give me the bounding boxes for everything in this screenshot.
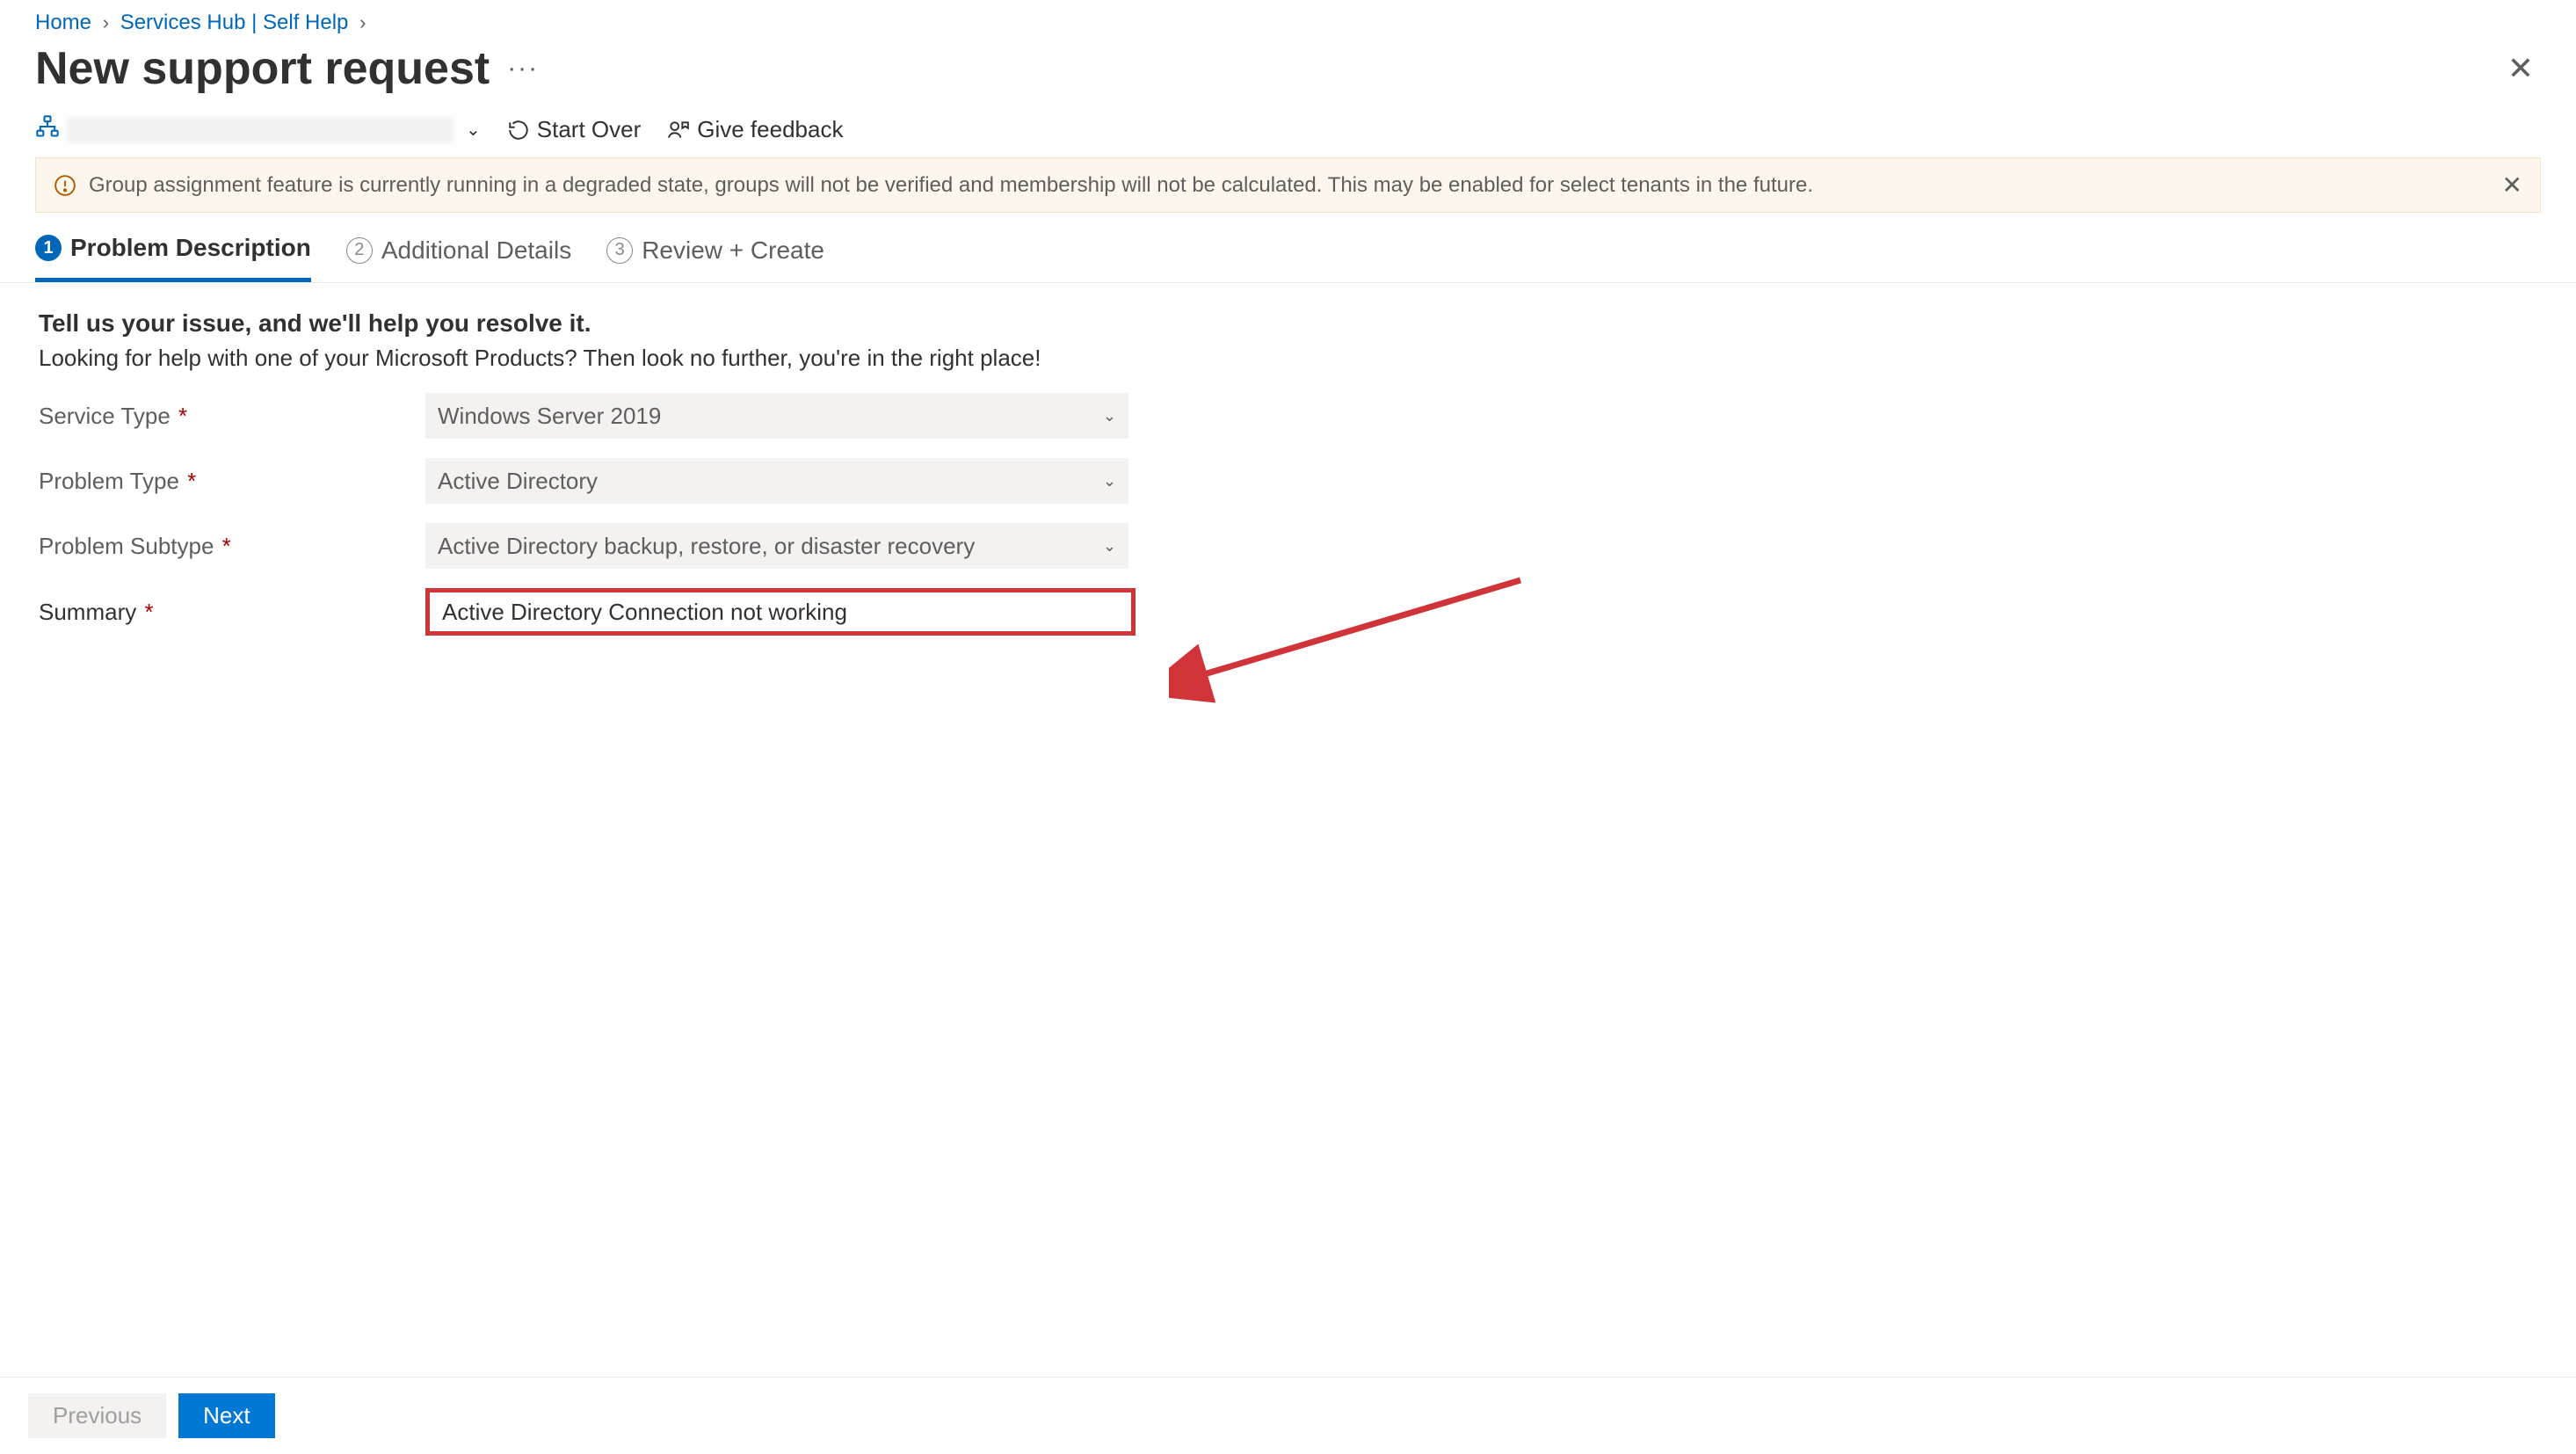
refresh-icon bbox=[507, 119, 530, 142]
form-intro-heading: Tell us your issue, and we'll help you r… bbox=[39, 309, 2537, 338]
banner-dismiss-button[interactable]: ✕ bbox=[2502, 171, 2522, 200]
warning-banner: Group assignment feature is currently ru… bbox=[35, 157, 2541, 213]
page-title: New support request bbox=[35, 42, 490, 95]
summary-label: Summary * bbox=[39, 599, 425, 626]
chevron-down-icon: ⌄ bbox=[1103, 537, 1116, 556]
close-button[interactable]: ✕ bbox=[2500, 43, 2541, 94]
service-type-value: Windows Server 2019 bbox=[438, 403, 661, 430]
chevron-right-icon: › bbox=[359, 11, 366, 33]
chevron-down-icon: ⌄ bbox=[1103, 472, 1116, 491]
scope-name-redacted bbox=[67, 117, 454, 143]
tab-label: Review + Create bbox=[642, 236, 824, 265]
tab-additional-details[interactable]: 2 Additional Details bbox=[346, 234, 571, 282]
breadcrumb-home[interactable]: Home bbox=[35, 11, 91, 34]
hierarchy-icon bbox=[35, 114, 60, 145]
problem-type-dropdown[interactable]: Active Directory ⌄ bbox=[425, 458, 1128, 504]
give-feedback-label: Give feedback bbox=[697, 116, 843, 143]
feedback-icon bbox=[667, 119, 690, 142]
warning-banner-text: Group assignment feature is currently ru… bbox=[89, 173, 1813, 198]
chevron-right-icon: › bbox=[103, 11, 109, 33]
next-button[interactable]: Next bbox=[178, 1393, 274, 1438]
toolbar: ⌄ Start Over Give feedback bbox=[0, 105, 2576, 154]
previous-button: Previous bbox=[28, 1393, 166, 1438]
problem-type-value: Active Directory bbox=[438, 468, 598, 495]
chevron-down-icon: ⌄ bbox=[466, 119, 481, 141]
tab-review-create[interactable]: 3 Review + Create bbox=[606, 234, 824, 282]
more-actions-button[interactable]: ··· bbox=[507, 54, 539, 84]
tab-step-number: 2 bbox=[346, 237, 373, 264]
tab-step-number: 3 bbox=[606, 237, 633, 264]
chevron-down-icon: ⌄ bbox=[1103, 407, 1116, 425]
give-feedback-button[interactable]: Give feedback bbox=[667, 116, 843, 143]
problem-subtype-dropdown[interactable]: Active Directory backup, restore, or dis… bbox=[425, 523, 1128, 569]
problem-type-label: Problem Type * bbox=[39, 468, 425, 495]
start-over-label: Start Over bbox=[537, 116, 641, 143]
wizard-tabs: 1 Problem Description 2 Additional Detai… bbox=[0, 213, 2576, 283]
problem-subtype-label: Problem Subtype * bbox=[39, 533, 425, 560]
service-type-dropdown[interactable]: Windows Server 2019 ⌄ bbox=[425, 393, 1128, 439]
form-intro-subtext: Looking for help with one of your Micros… bbox=[39, 345, 2537, 372]
warning-icon bbox=[54, 174, 76, 197]
tab-label: Problem Description bbox=[70, 234, 311, 262]
tab-step-number: 1 bbox=[35, 235, 62, 261]
breadcrumb: Home › Services Hub | Self Help › bbox=[0, 0, 2576, 39]
breadcrumb-services-hub[interactable]: Services Hub | Self Help bbox=[120, 11, 349, 34]
service-type-label: Service Type * bbox=[39, 403, 425, 430]
tab-label: Additional Details bbox=[381, 236, 571, 265]
tab-problem-description[interactable]: 1 Problem Description bbox=[35, 234, 311, 282]
scope-selector[interactable]: ⌄ bbox=[35, 114, 481, 145]
problem-subtype-value: Active Directory backup, restore, or dis… bbox=[438, 533, 975, 560]
wizard-footer: Previous Next bbox=[0, 1377, 2576, 1454]
summary-input[interactable] bbox=[425, 588, 1136, 636]
start-over-button[interactable]: Start Over bbox=[507, 116, 641, 143]
